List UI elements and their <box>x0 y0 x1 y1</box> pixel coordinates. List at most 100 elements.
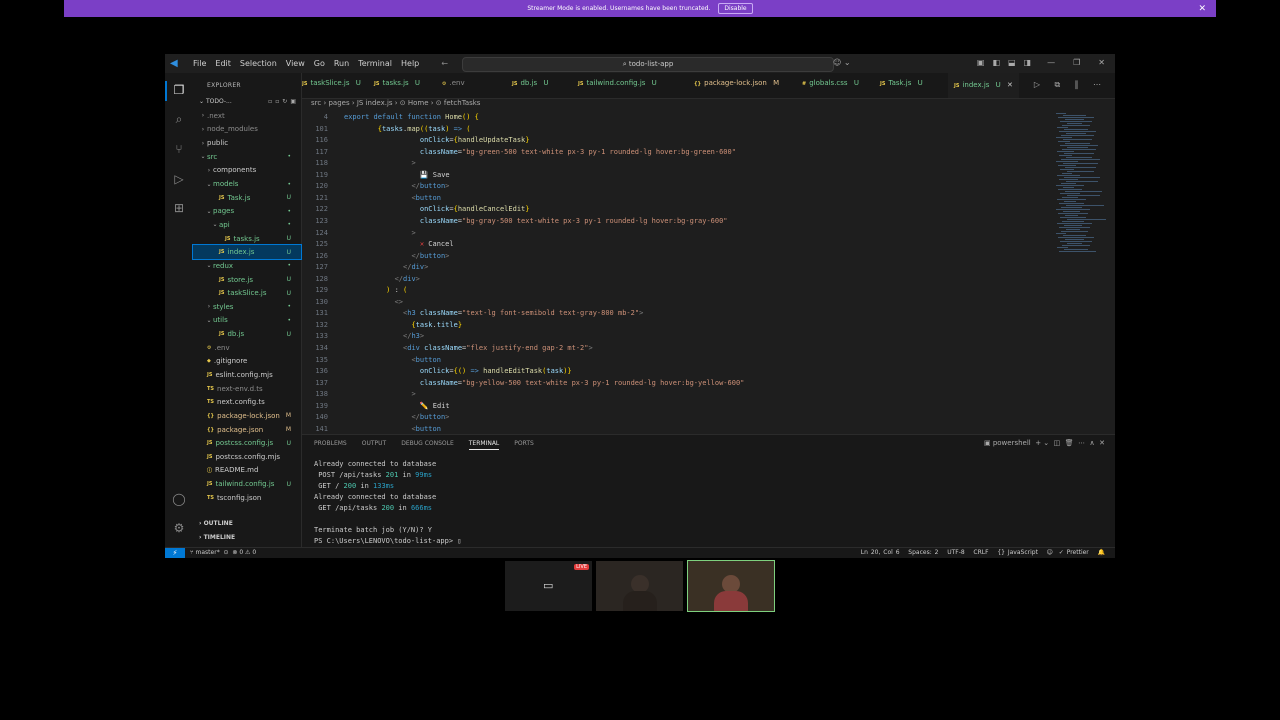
editor-tab[interactable]: JS tasks.js U <box>374 79 420 87</box>
explorer-icon[interactable]: ❐ <box>172 83 186 97</box>
menu-run[interactable]: Run <box>334 59 349 68</box>
tree-item[interactable]: JS tasks.js U <box>193 232 301 246</box>
split-terminal-icon[interactable]: ◫ <box>1051 439 1061 447</box>
command-center-search[interactable]: ⌕ todo-list-app <box>462 57 834 72</box>
run-debug-icon[interactable]: ▷ <box>172 172 186 186</box>
menu-help[interactable]: Help <box>401 59 419 68</box>
prettier-status[interactable]: ✓ Prettier <box>1059 549 1089 556</box>
encoding[interactable]: UTF-8 <box>947 549 965 556</box>
layout-icon[interactable]: ▣ <box>977 58 985 67</box>
new-terminal-icon[interactable]: + ⌄ <box>1033 439 1049 447</box>
tree-item[interactable]: JS taskSlice.js U <box>193 286 301 300</box>
close-panel-icon[interactable]: ✕ <box>1097 439 1105 447</box>
account-icon[interactable]: ◯ <box>172 492 186 506</box>
tree-item[interactable]: JS index.js U <box>192 244 302 261</box>
tree-item[interactable]: › public <box>193 136 301 150</box>
editor-tab[interactable]: ⚙ .env <box>442 79 465 87</box>
extensions-icon[interactable]: ⊞ <box>172 201 186 215</box>
menu-file[interactable]: File <box>193 59 206 68</box>
settings-gear-icon[interactable]: ⚙ <box>172 521 186 535</box>
explorer-actions[interactable]: ▫▫↻▣ <box>268 98 299 105</box>
tree-item[interactable]: › styles • <box>193 300 301 314</box>
participant-video-1[interactable] <box>596 561 683 611</box>
editor-tab[interactable]: JS taskSlice.js U <box>302 79 361 87</box>
menu-edit[interactable]: Edit <box>215 59 231 68</box>
breadcrumb[interactable]: src › pages › JS index.js › ⊙ Home › ⊙ f… <box>311 99 480 107</box>
maximize-icon[interactable]: ❐ <box>1073 58 1080 67</box>
tree-item[interactable]: ⌄ models • <box>193 177 301 191</box>
language-mode[interactable]: {} JavaScript <box>997 549 1038 556</box>
source-control-icon[interactable]: ⑂ <box>172 142 186 156</box>
terminal-actions[interactable]: ▣ powershell + ⌄ ◫ 🗑 ⋯ ∧ ✕ <box>984 439 1105 447</box>
tree-item[interactable]: JS eslint.config.mjs <box>193 368 301 382</box>
tree-item[interactable]: ⓘ README.md <box>193 464 301 478</box>
problems-count[interactable]: ⊗ 0 ⚠ 0 <box>232 549 256 556</box>
tree-item[interactable]: {} package.json M <box>193 423 301 437</box>
tree-item[interactable]: › components <box>193 164 301 178</box>
panel-tab-ports[interactable]: PORTS <box>514 440 534 447</box>
tree-item[interactable]: › .next <box>193 109 301 123</box>
panel-tab-terminal[interactable]: TERMINAL <box>468 440 500 450</box>
tree-item[interactable]: TS tsconfig.json <box>193 491 301 505</box>
editor-tab[interactable]: JS db.js U <box>512 79 549 87</box>
secondary-sidebar-icon[interactable]: ◨ <box>1024 58 1032 67</box>
tree-item[interactable]: ⌄ utils • <box>193 314 301 328</box>
editor-actions[interactable]: ▷ ⧉ ⫼ ⋯ <box>1034 80 1107 90</box>
remote-indicator-icon[interactable]: ⚡ <box>165 548 185 558</box>
tree-item[interactable]: ⌄ src • <box>193 150 301 164</box>
editor-tab[interactable]: # globals.css U <box>802 79 859 87</box>
tree-item[interactable]: TS next-env.d.ts <box>193 382 301 396</box>
tree-item[interactable]: ◆ .gitignore <box>193 355 301 369</box>
tree-item[interactable]: ⌄ pages • <box>193 204 301 218</box>
tree-item[interactable]: {} package-lock.json M <box>193 409 301 423</box>
maximize-panel-icon[interactable]: ∧ <box>1087 439 1095 447</box>
sync-icon[interactable]: ⊙ <box>222 549 231 556</box>
cursor-position[interactable]: Ln 20, Col 6 <box>861 549 900 556</box>
explorer-root[interactable]: ⌄ TODO-... ▫▫↻▣ <box>199 98 299 105</box>
menu-terminal[interactable]: Terminal <box>358 59 392 68</box>
menu-view[interactable]: View <box>286 59 305 68</box>
terminal-output[interactable]: Already connected to database POST /api/… <box>314 459 462 547</box>
tree-item[interactable]: JS store.js U <box>193 273 301 287</box>
screen-share-thumbnail[interactable]: LIVE ▭ <box>505 561 592 611</box>
code-editor[interactable]: 4 export default function Home() {101 {ta… <box>302 109 1115 434</box>
tree-item[interactable]: JS tailwind.config.js U <box>193 477 301 491</box>
minimap[interactable] <box>1050 109 1106 259</box>
tree-item[interactable]: JS postcss.config.js U <box>193 436 301 450</box>
git-branch[interactable]: master* <box>196 549 220 556</box>
terminal-shell-name[interactable]: powershell <box>993 439 1031 447</box>
participant-video-2[interactable] <box>687 560 775 612</box>
editor-tab[interactable]: JS index.js U ✕ <box>948 73 1019 98</box>
more-icon[interactable]: ⋯ <box>1076 439 1085 447</box>
tree-item[interactable]: JS postcss.config.mjs <box>193 450 301 464</box>
menu-go[interactable]: Go <box>314 59 325 68</box>
search-icon[interactable]: ⌕ <box>172 112 186 126</box>
panel-tab-output[interactable]: OUTPUT <box>362 440 386 447</box>
notifications-icon[interactable]: 🔔 <box>1098 549 1105 556</box>
menu-selection[interactable]: Selection <box>240 59 277 68</box>
panel-tab-debug-console[interactable]: DEBUG CONSOLE <box>401 440 454 447</box>
indentation[interactable]: Spaces: 2 <box>908 549 938 556</box>
tree-item[interactable]: › node_modules <box>193 123 301 137</box>
copilot-status-icon[interactable]: ☺ <box>1047 549 1053 556</box>
tree-item[interactable]: JS db.js U <box>193 327 301 341</box>
sidebar-toggle-icon[interactable]: ◧ <box>992 58 1000 67</box>
tree-item[interactable]: ⌄ api • <box>193 218 301 232</box>
line-ending[interactable]: CRLF <box>973 549 988 556</box>
copilot-icon[interactable]: ☺ ⌄ <box>833 58 851 67</box>
close-window-icon[interactable]: ✕ <box>1098 58 1105 67</box>
tree-item[interactable]: JS Task.js U <box>193 191 301 205</box>
editor-tab[interactable]: JS Task.js U <box>880 79 923 87</box>
tree-item[interactable]: TS next.config.ts <box>193 395 301 409</box>
editor-tab[interactable]: JS tailwind.config.js U <box>578 79 657 87</box>
close-icon[interactable]: ✕ <box>1198 4 1206 14</box>
minimize-icon[interactable]: — <box>1047 58 1055 67</box>
close-tab-icon[interactable]: ✕ <box>1007 81 1013 89</box>
editor-tab[interactable]: {} package-lock.json M <box>694 79 779 87</box>
panel-toggle-icon[interactable]: ⬓ <box>1008 58 1016 67</box>
kill-terminal-icon[interactable]: 🗑 <box>1062 439 1074 447</box>
tree-item[interactable]: ⌄ redux • <box>193 259 301 273</box>
panel-tab-problems[interactable]: PROBLEMS <box>314 440 347 447</box>
timeline-section[interactable]: › TIMELINE <box>199 534 235 541</box>
tree-item[interactable]: ⚙ .env <box>193 341 301 355</box>
